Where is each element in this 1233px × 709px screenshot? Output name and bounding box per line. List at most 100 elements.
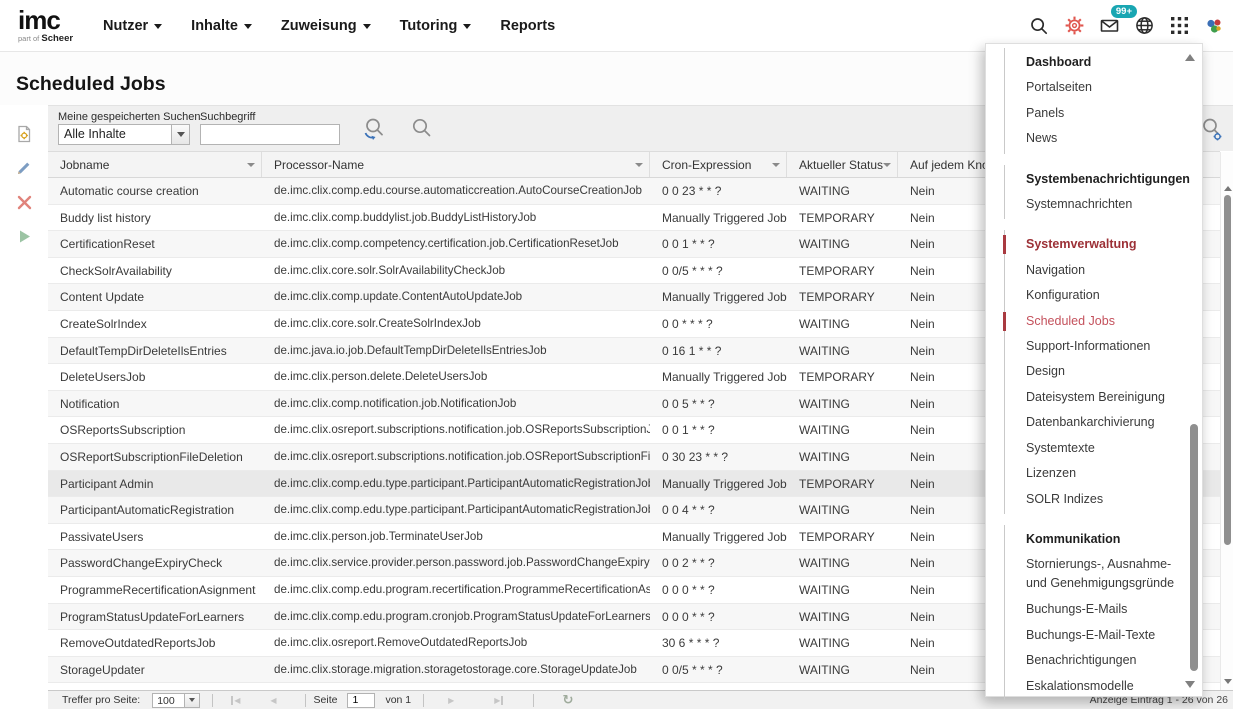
nav-item-reports[interactable]: Reports xyxy=(500,18,555,34)
column-header-status[interactable]: Aktueller Status xyxy=(787,152,898,177)
edit-job-button[interactable] xyxy=(0,153,48,183)
menu-scroll-down-arrow-icon[interactable] xyxy=(1185,681,1195,688)
run-job-button[interactable] xyxy=(0,221,48,251)
menu-item-support-informationen[interactable]: Support-Informationen xyxy=(1026,334,1202,359)
column-header-jobname[interactable]: Jobname xyxy=(48,152,262,177)
scrollbar-thumb[interactable] xyxy=(1224,195,1231,545)
filter-arrow-icon[interactable] xyxy=(247,163,255,167)
community-icon[interactable] xyxy=(1203,15,1225,37)
admin-menu-panel: DashboardPortalseitenPanelsNews Systemben… xyxy=(985,43,1203,697)
menu-item-lizenzen[interactable]: Lizenzen xyxy=(1026,461,1202,486)
nav-item-zuweisung[interactable]: Zuweisung xyxy=(281,18,371,34)
chevron-down-icon[interactable] xyxy=(184,694,199,707)
menu-item-design[interactable]: Design xyxy=(1026,359,1202,384)
column-header-cron[interactable]: Cron-Expression xyxy=(650,152,787,177)
new-job-button[interactable] xyxy=(0,119,48,149)
menu-item-systemnachrichten[interactable]: Systemnachrichten xyxy=(1026,192,1202,217)
delete-job-button[interactable] xyxy=(0,187,48,217)
delete-x-icon xyxy=(16,194,33,211)
mail-icon[interactable]: 99+ xyxy=(1098,15,1120,37)
menu-item-systemverwaltung[interactable]: Systemverwaltung xyxy=(1026,232,1202,257)
filter-arrow-icon[interactable] xyxy=(883,163,891,167)
cell-processor: de.imc.clix.comp.update.ContentAutoUpdat… xyxy=(262,284,650,310)
menu-item-panels[interactable]: Panels xyxy=(1026,101,1202,126)
cell-jobname: CreateSolrIndex xyxy=(48,311,262,337)
first-page-button[interactable]: ◀ xyxy=(231,696,240,705)
menu-item-datenbankarchivierung[interactable]: Datenbankarchivierung xyxy=(1026,410,1202,435)
menu-item-konfiguration[interactable]: Konfiguration xyxy=(1026,283,1202,308)
cell-processor: de.imc.clix.core.solr.CreateSolrIndexJob xyxy=(262,311,650,337)
nav-item-nutzer[interactable]: Nutzer xyxy=(103,18,162,34)
cell-jobname: Content Update xyxy=(48,284,262,310)
cell-jobname: DeleteUsersJob xyxy=(48,364,262,390)
cell-jobname: CertificationReset xyxy=(48,231,262,257)
cell-cron: 0 0 4 * * ? xyxy=(650,497,787,523)
page-title: Scheduled Jobs xyxy=(16,73,166,96)
filter-arrow-icon[interactable] xyxy=(772,163,780,167)
last-page-button[interactable]: ▶ xyxy=(494,696,503,705)
menu-item-dashboard[interactable]: Dashboard xyxy=(1026,50,1202,75)
cell-jobname: PassivateUsers xyxy=(48,524,262,550)
cell-processor: de.imc.clix.comp.buddylist.job.BuddyList… xyxy=(262,205,650,231)
menu-item-systemtexte[interactable]: Systemtexte xyxy=(1026,436,1202,461)
search-button[interactable] xyxy=(408,116,434,144)
cell-cron: 0 30 23 * * ? xyxy=(650,444,787,470)
saved-search-select[interactable]: Alle Inhalte xyxy=(58,124,190,145)
run-saved-search-button[interactable] xyxy=(360,116,386,144)
menu-item-buchungs-e-mails[interactable]: Buchungs-E-Mails xyxy=(1026,597,1202,622)
menu-item-kommunikation[interactable]: Kommunikation xyxy=(1026,527,1202,552)
menu-item-solr-indizes[interactable]: SOLR Indizes xyxy=(1026,487,1202,512)
logo-scheer: Scheer xyxy=(41,33,73,44)
page-label: Seite xyxy=(314,694,338,706)
nav-item-tutoring[interactable]: Tutoring xyxy=(400,18,472,34)
cell-status: WAITING xyxy=(787,497,898,523)
per-page-value: 100 xyxy=(153,694,184,707)
menu-item-news[interactable]: News xyxy=(1026,126,1202,151)
cell-cron: 0 0 5 * * ? xyxy=(650,391,787,417)
cell-status: TEMPORARY xyxy=(787,258,898,284)
menu-scroll-up-arrow-icon[interactable] xyxy=(1185,54,1195,61)
cell-jobname: OSReportsSubscription xyxy=(48,417,262,443)
imc-logo[interactable]: imc part of Scheer xyxy=(18,7,73,44)
menu-item-navigation[interactable]: Navigation xyxy=(1026,258,1202,283)
app-grid-icon[interactable] xyxy=(1168,15,1190,37)
menu-item-buchungs-e-mail-texte[interactable]: Buchungs-E-Mail-Texte xyxy=(1026,623,1202,648)
menu-item-systembenachrichtigungen[interactable]: Systembenachrichtigungen xyxy=(1026,167,1202,192)
cell-cron: 0 0/5 * * * ? xyxy=(650,657,787,683)
page-scrollbar[interactable] xyxy=(1220,152,1233,690)
cell-cron: 0 0 0 * * ? xyxy=(650,604,787,630)
scroll-up-arrow-icon[interactable] xyxy=(1224,186,1232,191)
menu-item-stornierungs-ausnahme-und-genehmigungsgr-nde[interactable]: Stornierungs-, Ausnahme-und Genehmigungs… xyxy=(1026,552,1202,597)
menu-item-scheduled-jobs[interactable]: Scheduled Jobs xyxy=(1026,309,1202,334)
nav-item-inhalte[interactable]: Inhalte xyxy=(191,18,252,34)
per-page-label: Treffer pro Seite: xyxy=(62,694,140,706)
chevron-down-icon xyxy=(244,24,252,29)
settings-gear-icon[interactable] xyxy=(1063,15,1085,37)
search-icon xyxy=(408,116,434,144)
filter-arrow-icon[interactable] xyxy=(635,163,643,167)
per-page-select[interactable]: 100 xyxy=(152,693,200,708)
next-page-button[interactable]: ▶ xyxy=(448,696,454,705)
cell-cron: Manually Triggered Job xyxy=(650,471,787,497)
refresh-icon[interactable]: ↻ xyxy=(562,693,573,708)
search-term-input[interactable] xyxy=(200,124,340,145)
scroll-down-arrow-icon[interactable] xyxy=(1224,679,1232,684)
page-input[interactable] xyxy=(347,693,375,708)
menu-item-portalseiten[interactable]: Portalseiten xyxy=(1026,75,1202,100)
menu-item-eskalationsmodelle[interactable]: Eskalationsmodelle xyxy=(1026,674,1202,699)
cell-jobname: RemoveOutdatedReportsJob xyxy=(48,630,262,656)
menu-scrollbar-thumb[interactable] xyxy=(1190,424,1198,671)
cell-status: WAITING xyxy=(787,604,898,630)
prev-page-button[interactable]: ◀ xyxy=(270,696,276,705)
chevron-down-icon[interactable] xyxy=(171,125,189,144)
cell-jobname: StorageUpdater xyxy=(48,657,262,683)
menu-group: SystembenachrichtigungenSystemnachrichte… xyxy=(1004,165,1202,220)
cell-status: TEMPORARY xyxy=(787,471,898,497)
menu-item-benachrichtigungen[interactable]: Benachrichtigungen xyxy=(1026,648,1202,673)
cell-cron: Manually Triggered Job xyxy=(650,524,787,550)
menu-item-dateisystem-bereinigung[interactable]: Dateisystem Bereinigung xyxy=(1026,385,1202,410)
column-header-processor[interactable]: Processor-Name xyxy=(262,152,650,177)
search-icon[interactable] xyxy=(1028,15,1050,37)
saved-search-value: Alle Inhalte xyxy=(59,125,171,144)
language-globe-icon[interactable] xyxy=(1133,15,1155,37)
